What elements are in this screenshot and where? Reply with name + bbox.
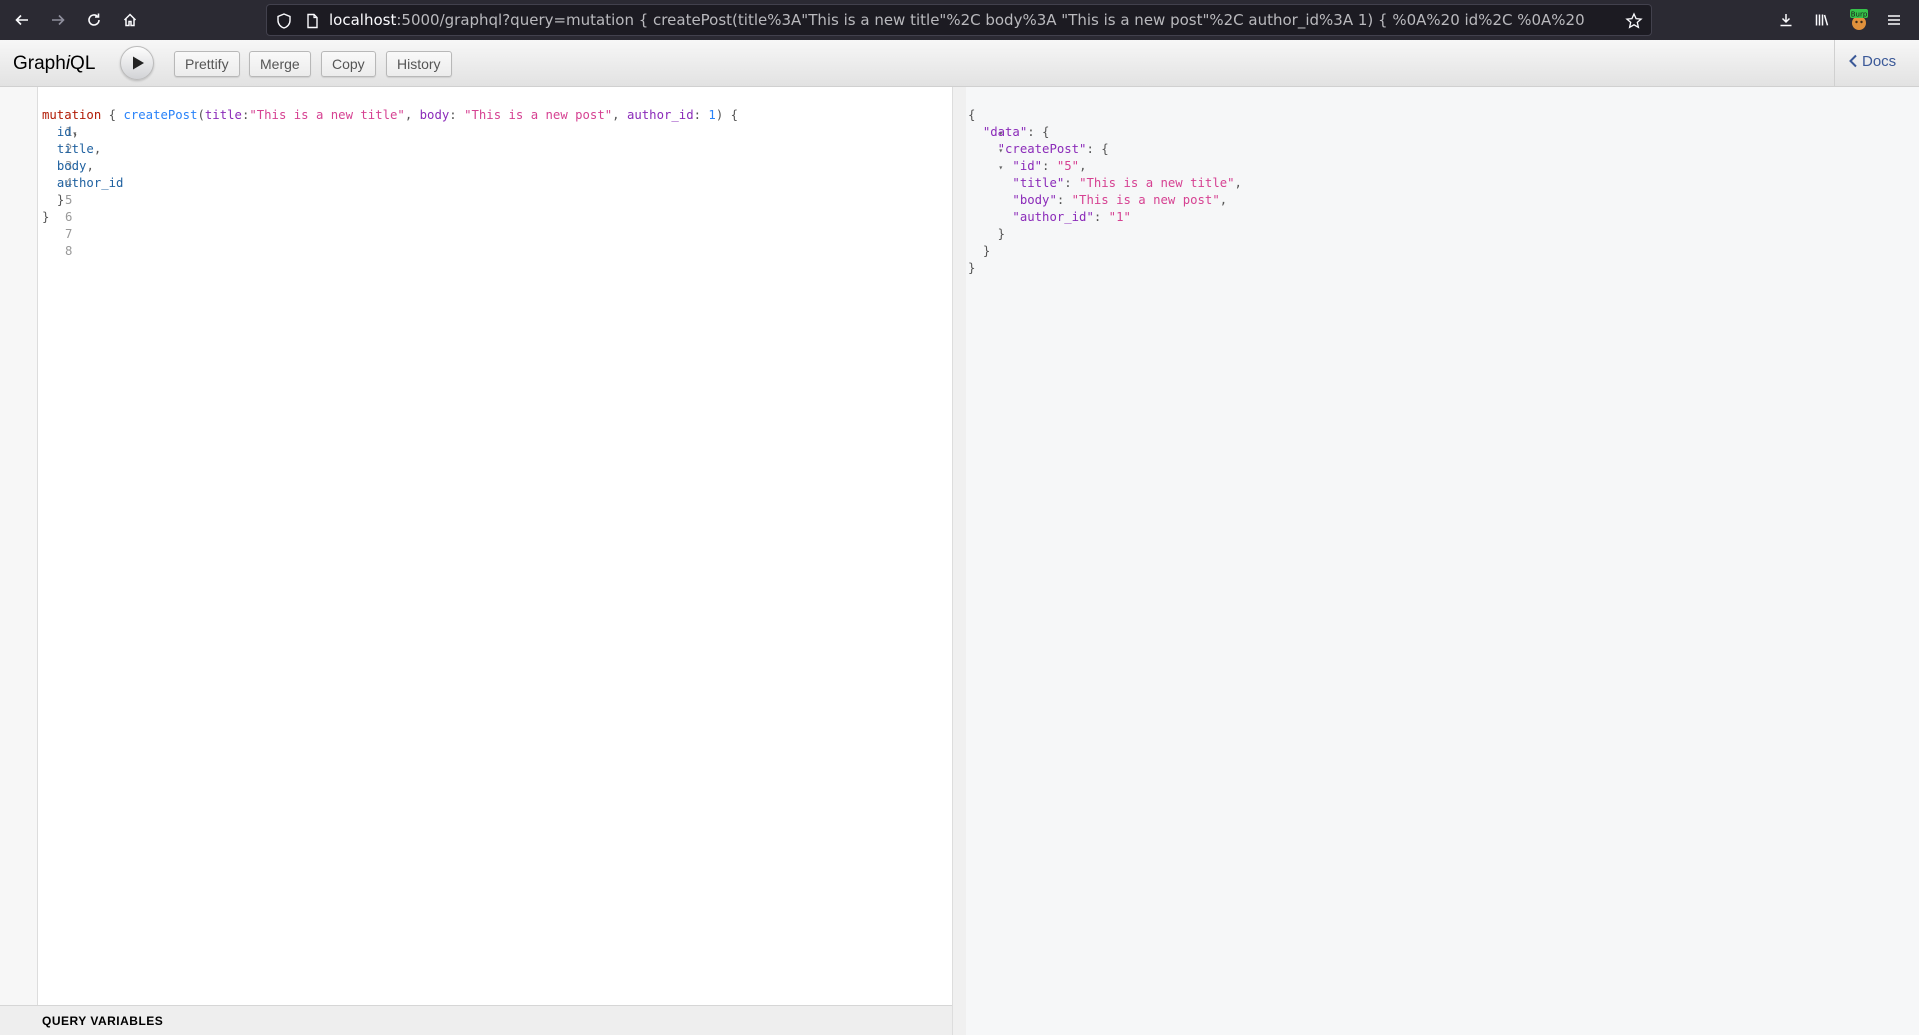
extension-badge-text: Burp — [1851, 10, 1868, 18]
url-bar[interactable]: localhost:5000/graphql?query=mutation { … — [266, 4, 1652, 36]
punctuation: : — [693, 108, 709, 122]
line-number: 8 — [65, 244, 73, 258]
bookmark-star-icon[interactable] — [1625, 12, 1643, 30]
url-host: localhost — [329, 11, 397, 29]
result-line: } — [954, 243, 1008, 260]
field-name: createPost — [123, 108, 198, 122]
extension-avatar-icon[interactable]: Burp — [1845, 6, 1873, 34]
punctuation: ( — [197, 108, 205, 122]
comma: , — [1234, 176, 1242, 190]
argument-name: author_id — [626, 108, 694, 122]
string-value: "This is a new post" — [464, 108, 613, 122]
json-key: "createPost" — [997, 142, 1087, 156]
history-button[interactable]: History — [386, 51, 452, 77]
forward-icon[interactable] — [44, 6, 72, 34]
punctuation: : — [449, 108, 465, 122]
query-variables-title: QUERY VARIABLES — [42, 1014, 164, 1028]
query-code[interactable]: 1▾ mutation { createPost(title:"This is … — [0, 107, 738, 258]
downloads-icon[interactable] — [1772, 6, 1800, 34]
logo-part-3: QL — [70, 53, 96, 74]
graphiql-logo: GraphiQL — [13, 53, 95, 75]
json-value: "This is a new title" — [1079, 176, 1235, 190]
punctuation: , — [612, 108, 627, 122]
result-line: "author_id": "1" — [1012, 210, 1131, 224]
field-name: title — [56, 142, 94, 156]
json-value: "5" — [1056, 159, 1080, 173]
closing-brace: } — [56, 193, 65, 207]
code-line: 5 author_id — [0, 175, 124, 207]
open-brace: { — [968, 108, 976, 122]
docs-button[interactable]: Docs — [1848, 53, 1896, 70]
keyword: mutation — [42, 108, 102, 122]
home-icon[interactable] — [116, 6, 144, 34]
closing-brace: } — [42, 210, 50, 224]
result-line: } — [954, 226, 1008, 243]
copy-button[interactable]: Copy — [321, 51, 376, 77]
page-info-icon[interactable] — [303, 12, 321, 30]
comma: , — [1219, 193, 1228, 207]
result-viewer: ▾{ ▾ "data": { ▾ "createPost": { "id": "… — [966, 87, 1919, 1035]
reload-icon[interactable] — [80, 6, 108, 34]
code-line: 6 } — [0, 192, 80, 224]
punctuation: , — [404, 108, 420, 122]
json-key: "author_id" — [1012, 210, 1094, 224]
comma: , — [1079, 159, 1087, 173]
closing-brace: } — [982, 244, 991, 258]
browser-toolbar: localhost:5000/graphql?query=mutation { … — [0, 0, 1919, 40]
json-key: "title" — [1012, 176, 1065, 190]
prettify-button[interactable]: Prettify — [174, 51, 240, 77]
shield-icon[interactable] — [275, 12, 293, 30]
result-line: ▾ "data": { — [954, 124, 1050, 155]
logo-part-1: Graph — [13, 53, 66, 74]
result-code: ▾{ ▾ "data": { ▾ "createPost": { "id": "… — [954, 107, 1242, 277]
back-icon[interactable] — [8, 6, 36, 34]
result-line: ▾ "createPost": { — [954, 141, 1109, 172]
docs-label: Docs — [1862, 53, 1897, 70]
punctuation: ) { — [715, 108, 739, 122]
chevron-left-icon — [1849, 54, 1857, 68]
number-value: 1 — [708, 108, 716, 122]
app-menu-icon[interactable] — [1880, 6, 1908, 34]
execute-query-button[interactable] — [120, 46, 154, 80]
result-line: "body": "This is a new post", — [1012, 193, 1228, 207]
string-value: "This is a new title" — [249, 108, 405, 122]
punctuation: { — [101, 108, 124, 122]
field-name: id — [56, 125, 72, 139]
library-icon[interactable] — [1808, 6, 1836, 34]
code-line: 1▾ mutation { createPost(title:"This is … — [0, 107, 738, 139]
result-line: } — [954, 260, 1008, 277]
result-line: "id": "5", — [1012, 159, 1087, 173]
query-variables-toggle[interactable]: QUERY VARIABLES — [0, 1005, 952, 1035]
closing-brace: } — [997, 227, 1006, 241]
json-value: "This is a new post" — [1071, 193, 1220, 207]
json-value: "1" — [1108, 210, 1131, 224]
merge-button[interactable]: Merge — [249, 51, 311, 77]
graphiql-toolbar: GraphiQL Prettify Merge Copy History Doc… — [0, 40, 1919, 87]
result-line: ▾{ — [954, 107, 1008, 138]
json-key: "body" — [1012, 193, 1057, 207]
code-line: 2 id, — [0, 124, 80, 156]
argument-name: title — [204, 108, 242, 122]
result-line: "title": "This is a new title", — [1012, 176, 1242, 190]
code-line: 3 title, — [0, 141, 101, 173]
url-text[interactable]: localhost:5000/graphql?query=mutation { … — [329, 5, 1589, 35]
query-editor[interactable]: 1▾ mutation { createPost(title:"This is … — [0, 87, 952, 1005]
docs-divider — [1834, 40, 1835, 86]
url-path: :5000/graphql?query=mutation { createPos… — [396, 11, 1589, 29]
json-key: "data" — [982, 125, 1028, 139]
field-name: body — [56, 159, 87, 173]
json-key: "id" — [1012, 159, 1043, 173]
play-icon — [133, 56, 144, 70]
argument-name: body — [419, 108, 450, 122]
field-name: author_id — [56, 176, 124, 190]
code-line: 8 — [0, 226, 80, 258]
code-line: 7 } — [0, 209, 80, 241]
closing-brace: } — [968, 261, 976, 275]
code-line: 4 body, — [0, 158, 94, 190]
